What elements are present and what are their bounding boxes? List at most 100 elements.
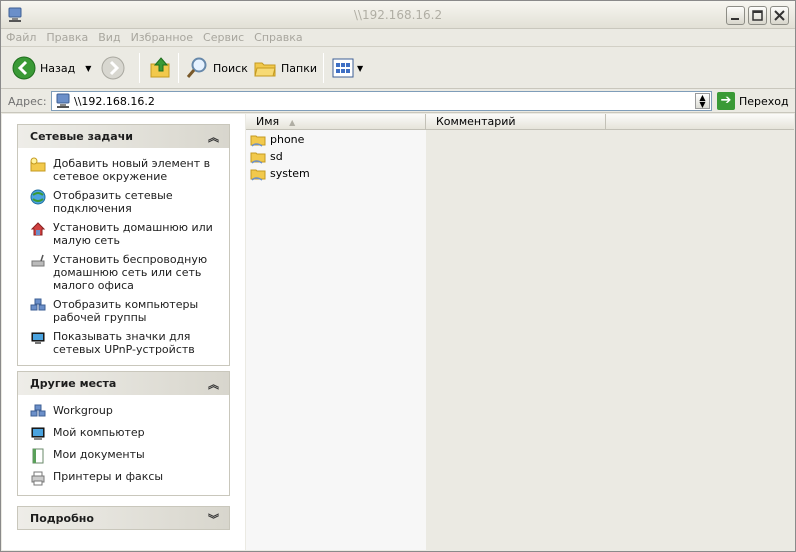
place-label: Мои документы [53, 448, 145, 461]
toolbar: Назад ▼ Поиск Папки ▼ [1, 47, 795, 89]
column-header-name[interactable]: Имя ▲ [246, 114, 426, 130]
back-dropdown-icon[interactable]: ▼ [85, 64, 91, 73]
task-home-network[interactable]: Установить домашнюю или малую сеть [18, 218, 229, 250]
forward-button[interactable] [101, 55, 129, 81]
task-add-network-place[interactable]: Добавить новый элемент в сетевое окружен… [18, 154, 229, 186]
task-workgroup-computers[interactable]: Отобразить компьютеры рабочей группы [18, 295, 229, 327]
window-title: \\192.168.16.2 [353, 8, 443, 22]
network-tasks-panel: Сетевые задачи ︽ Добавить новый элемент … [17, 124, 230, 366]
task-label: Отобразить компьютеры рабочей группы [53, 298, 199, 324]
file-list[interactable]: Имя ▲ Комментарий phone sd system [246, 114, 794, 550]
menu-bar: Файл Правка Вид Избранное Сервис Справка [1, 29, 795, 47]
task-label: Показывать значки для сетевых UPnP-устро… [53, 330, 195, 356]
my-documents-icon [32, 448, 44, 464]
task-label: Отобразить сетевые подключения [53, 189, 173, 215]
workgroup-computers-icon [30, 298, 46, 311]
go-button[interactable]: ➔ Переход [717, 92, 789, 110]
address-value: \\192.168.16.2 [74, 95, 155, 108]
task-upnp-devices[interactable]: Показывать значки для сетевых UPnP-устро… [18, 327, 229, 359]
place-label: Мой компьютер [53, 426, 145, 439]
menu-tools[interactable]: Сервис [198, 29, 249, 46]
title-bar[interactable]: \\192.168.16.2 [1, 1, 795, 29]
explorer-window: \\192.168.16.2 Файл Правка Вид Избранное Сер… [0, 0, 796, 552]
place-my-documents[interactable]: Мои документы [18, 445, 229, 467]
folders-icon [254, 62, 276, 77]
shared-folder-icon [250, 135, 266, 147]
close-icon [774, 10, 785, 21]
list-item[interactable]: sd [250, 148, 283, 165]
maximize-icon [752, 10, 763, 21]
menu-favorites[interactable]: Избранное [126, 29, 198, 46]
task-wireless-network[interactable]: Установить беспроводную домашнюю сеть ил… [18, 250, 229, 295]
sort-ascending-icon: ▲ [289, 118, 296, 127]
network-tasks-header[interactable]: Сетевые задачи ︽ [17, 124, 230, 148]
details-panel: Подробно ︾ [17, 506, 230, 530]
add-network-place-icon [30, 157, 46, 172]
shared-folder-icon [250, 169, 266, 181]
toolbar-separator [323, 53, 324, 83]
address-input[interactable]: \\192.168.16.2 ▲ ▼ [51, 91, 712, 111]
folders-label: Папки [281, 61, 317, 75]
minimize-button[interactable] [726, 6, 745, 25]
menu-edit[interactable]: Правка [41, 29, 93, 46]
views-icon [332, 58, 354, 78]
task-network-connections[interactable]: Отобразить сетевые подключения [18, 186, 229, 218]
close-button[interactable] [770, 6, 789, 25]
column-header-empty [606, 114, 794, 130]
place-my-computer[interactable]: Мой компьютер [18, 423, 229, 445]
wireless-network-icon [31, 254, 45, 267]
forward-arrow-icon [101, 56, 125, 80]
shared-folder-icon [250, 152, 266, 164]
toolbar-separator [178, 53, 179, 83]
network-drive-icon [56, 93, 70, 108]
network-tasks-title: Сетевые задачи [30, 130, 133, 143]
column-header-comment[interactable]: Комментарий [426, 114, 606, 130]
search-label: Поиск [213, 61, 248, 75]
up-button[interactable] [149, 55, 177, 81]
other-places-list: Workgroup Мой компьютер Мои документы Пр… [17, 395, 230, 496]
menu-file[interactable]: Файл [1, 29, 41, 46]
menu-view[interactable]: Вид [93, 29, 125, 46]
other-places-panel: Другие места ︽ Workgroup Мой компьютер М… [17, 371, 230, 496]
back-label: Назад [40, 61, 76, 75]
views-dropdown-icon[interactable]: ▼ [357, 64, 363, 73]
printers-icon [31, 471, 45, 486]
upnp-devices-icon [31, 332, 45, 344]
place-label: Workgroup [53, 404, 113, 417]
network-connections-icon [30, 189, 46, 205]
list-item[interactable]: phone [250, 131, 304, 148]
expand-chevron-icon[interactable]: ︾ [208, 511, 219, 527]
place-workgroup[interactable]: Workgroup [18, 401, 229, 423]
menu-help[interactable]: Справка [249, 29, 307, 46]
toolbar-separator [139, 53, 140, 83]
place-label: Принтеры и факсы [53, 470, 164, 483]
details-title: Подробно [30, 512, 94, 525]
list-item[interactable]: system [250, 165, 310, 182]
collapse-chevron-icon[interactable]: ︽ [208, 376, 219, 392]
file-name: phone [270, 133, 305, 146]
task-label: Добавить новый элемент в сетевое окружен… [53, 157, 211, 183]
views-button[interactable]: ▼ [331, 55, 363, 81]
place-printers[interactable]: Принтеры и факсы [18, 467, 229, 489]
file-name: sd [270, 150, 283, 163]
go-arrow-icon: ➔ [717, 92, 735, 110]
network-tasks-list: Добавить новый элемент в сетевое окружен… [17, 148, 230, 366]
folder-up-icon [150, 57, 170, 78]
maximize-button[interactable] [748, 6, 767, 25]
folders-button[interactable]: Папки [253, 55, 317, 81]
home-network-icon [30, 222, 46, 236]
other-places-header[interactable]: Другие места ︽ [17, 371, 230, 395]
address-bar: Адрес: \\192.168.16.2 ▲ ▼ ➔ Переход [1, 89, 795, 113]
go-label: Переход [739, 94, 789, 108]
other-places-title: Другие места [30, 377, 117, 390]
task-label: Установить домашнюю или малую сеть [53, 221, 213, 247]
details-header[interactable]: Подробно ︾ [17, 506, 230, 530]
search-button[interactable]: Поиск [185, 55, 248, 81]
address-label: Адрес: [8, 95, 47, 108]
address-dropdown-button[interactable]: ▲ ▼ [695, 93, 710, 109]
search-icon [186, 57, 207, 78]
my-computer-icon [31, 427, 45, 440]
collapse-chevron-icon[interactable]: ︽ [208, 129, 219, 145]
chevron-down-icon: ▼ [699, 100, 706, 109]
back-button[interactable]: Назад ▼ [12, 55, 91, 81]
